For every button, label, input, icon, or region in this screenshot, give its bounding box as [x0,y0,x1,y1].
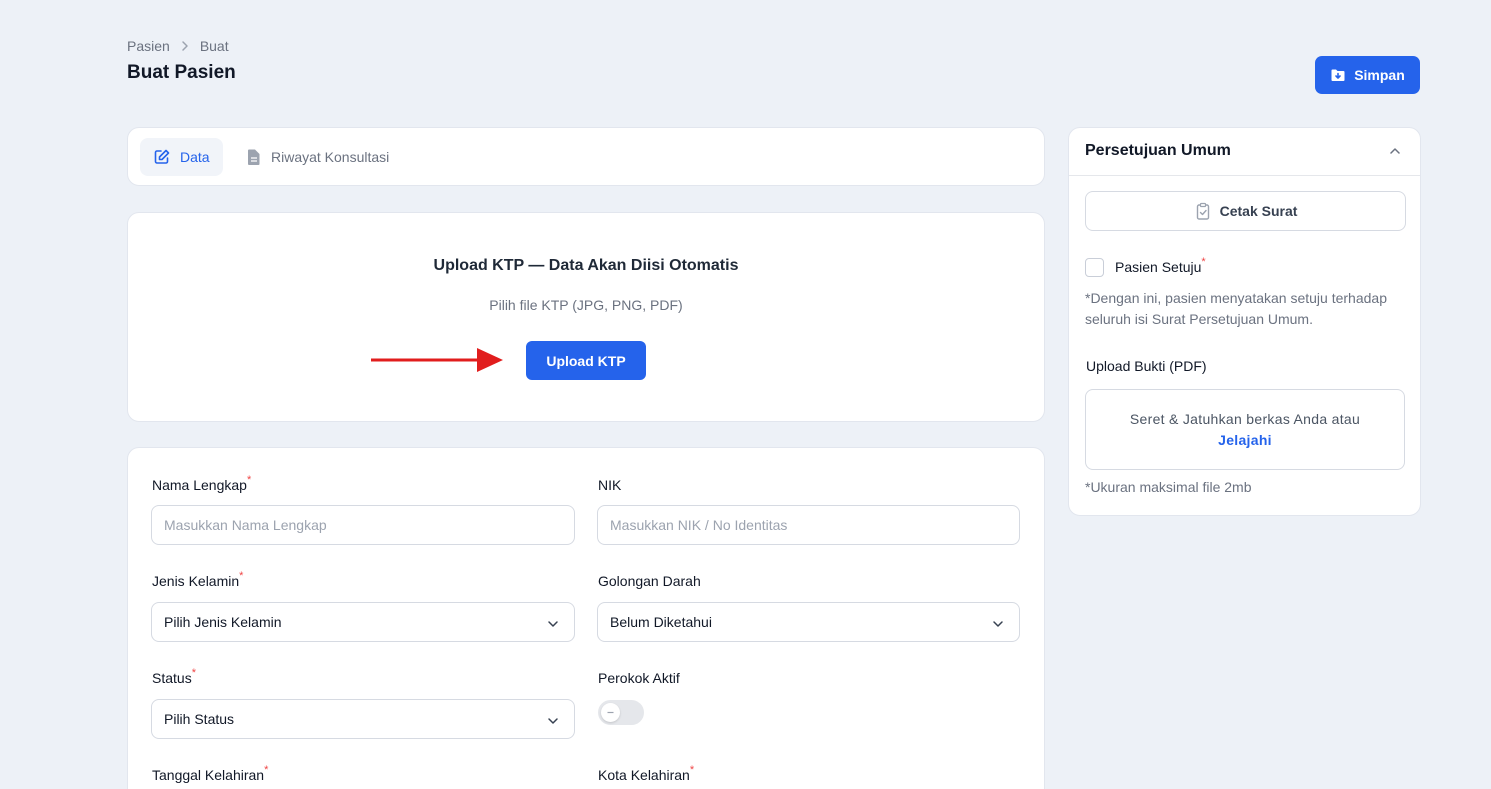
browse-link[interactable]: Jelajahi [1086,430,1404,451]
dropzone-text: Seret & Jatuhkan berkas Anda atau [1129,411,1361,427]
document-icon [248,149,260,165]
breadcrumb: Pasien Buat [127,38,229,54]
consent-title: Persetujuan Umum [1085,142,1231,159]
tab-riwayat-konsultasi[interactable]: Riwayat Konsultasi [233,138,402,176]
save-button-label: Simpan [1354,67,1405,83]
file-dropzone[interactable]: Seret & Jatuhkan berkas Anda atau Jelaja… [1085,389,1405,470]
golongan-darah-select[interactable]: Belum Diketahui [597,602,1020,642]
nik-label: NIK [598,477,622,493]
toggle-knob [601,703,620,722]
chevron-down-icon [548,621,558,627]
breadcrumb-parent[interactable]: Pasien [127,38,170,54]
upload-bukti-label: Upload Bukti (PDF) [1086,358,1207,374]
chevron-down-icon [548,718,558,724]
status-label: Status* [152,667,196,686]
perokok-aktif-toggle[interactable] [598,700,644,725]
annotation-arrow-icon [371,348,503,372]
tab-data[interactable]: Data [140,138,223,176]
consent-note: *Dengan ini, pasien menyatakan setuju te… [1085,290,1387,327]
file-size-note: *Ukuran maksimal file 2mb [1085,479,1252,495]
pasien-setuju-label: Pasien Setuju* [1115,256,1206,275]
minus-icon [607,711,614,714]
page-title: Buat Pasien [127,62,236,83]
folder-download-icon [1331,69,1345,81]
upload-ktp-card: Upload KTP — Data Akan Diisi Otomatis Pi… [127,212,1045,422]
tabs-bar: Data Riwayat Konsultasi [127,127,1045,186]
cetak-surat-button[interactable]: Cetak Surat [1085,191,1406,231]
jenis-kelamin-label: Jenis Kelamin* [152,570,244,589]
chevron-down-icon [993,621,1003,627]
consent-panel: Persetujuan Umum Cetak Surat Pasien Setu… [1068,127,1421,516]
kota-kelahiran-label: Kota Kelahiran* [598,764,695,783]
consent-panel-header[interactable]: Persetujuan Umum [1069,128,1420,176]
chevron-up-icon[interactable] [1388,144,1402,158]
pasien-setuju-checkbox[interactable] [1085,258,1104,277]
chevron-right-icon [182,41,188,51]
breadcrumb-current: Buat [199,38,229,54]
nik-input[interactable]: Masukkan NIK / No Identitas [597,505,1020,545]
nama-lengkap-label: Nama Lengkap* [152,474,252,493]
edit-icon [154,149,170,164]
tab-data-label: Data [180,149,210,165]
status-select[interactable]: Pilih Status [151,699,575,739]
patient-form: Nama Lengkap* Masukkan Nama Lengkap NIK … [127,447,1045,789]
upload-ktp-button[interactable]: Upload KTP [526,341,646,380]
upload-ktp-title: Upload KTP — Data Akan Diisi Otomatis [433,257,739,274]
jenis-kelamin-select[interactable]: Pilih Jenis Kelamin [151,602,575,642]
upload-ktp-subtitle: Pilih file KTP (JPG, PNG, PDF) [489,297,683,313]
nama-lengkap-input[interactable]: Masukkan Nama Lengkap [151,505,575,545]
golongan-darah-label: Golongan Darah [598,573,701,589]
perokok-aktif-label: Perokok Aktif [598,670,680,686]
cetak-surat-label: Cetak Surat [1219,203,1298,219]
save-button[interactable]: Simpan [1315,56,1420,94]
clipboard-check-icon [1196,202,1209,220]
tab-riwayat-label: Riwayat Konsultasi [271,149,390,165]
tanggal-kelahiran-label: Tanggal Kelahiran* [152,764,269,783]
